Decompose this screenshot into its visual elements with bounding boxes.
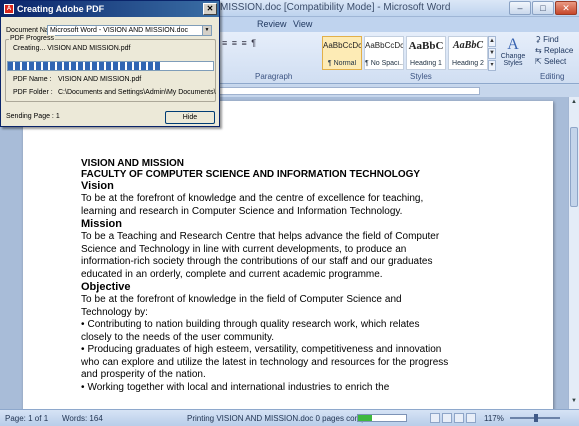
bullet-item: • Working together with local and intern… — [81, 381, 390, 393]
page-count[interactable]: Page: 1 of 1 — [5, 414, 48, 423]
select-label: Select — [543, 57, 567, 66]
style-heading-2[interactable]: AaBbC Heading 2 — [448, 36, 488, 70]
select-button[interactable]: ⇱ Select — [535, 57, 566, 66]
find-label: Find — [543, 35, 559, 44]
style-normal[interactable]: AaBbCcDc ¶ Normal — [322, 36, 362, 70]
paragraph-group-label: Paragraph — [255, 72, 293, 81]
pdf-name-label: PDF Name : — [13, 76, 52, 83]
printing-progress-bar — [357, 414, 407, 422]
document-area: VISION AND MISSION FACULTY OF COMPUTER S… — [0, 97, 568, 409]
dialog-close-button[interactable]: ✕ — [203, 3, 217, 15]
vertical-scrollbar[interactable]: ▲ ▼ — [568, 97, 579, 409]
tab-review[interactable]: Review — [257, 19, 287, 29]
hide-button[interactable]: Hide — [165, 111, 215, 124]
vision-title: Vision — [81, 180, 114, 192]
outline-view-button[interactable] — [466, 413, 476, 423]
style-sample: AaBbCcDc — [323, 41, 361, 50]
binoculars-icon: ⚳ — [535, 35, 544, 44]
style-sample: AaBbCcDc — [365, 41, 403, 50]
styles-group-label: Styles — [410, 72, 432, 81]
pdf-folder-label: PDF Folder : — [13, 89, 53, 96]
pdf-folder-value: C:\Documents and Settings\Admin\My Docum… — [58, 89, 216, 96]
document-page[interactable]: VISION AND MISSION FACULTY OF COMPUTER S… — [23, 101, 553, 409]
style-name: Heading 2 — [452, 60, 484, 67]
pdf-name-value: VISION AND MISSION.pdf — [58, 76, 142, 83]
style-no-spacing[interactable]: AaBbCcDc ¶ No Spaci... — [364, 36, 404, 70]
scroll-up-icon[interactable]: ▲ — [570, 98, 578, 107]
styles-more[interactable]: ▾ — [488, 60, 496, 71]
window-controls: – □ ✕ — [509, 1, 577, 15]
scroll-down-icon[interactable]: ▼ — [570, 397, 578, 406]
close-button[interactable]: ✕ — [555, 1, 577, 15]
style-heading-1[interactable]: AaBbC Heading 1 — [406, 36, 446, 70]
styles-scroll-down[interactable]: ▼ — [488, 48, 496, 59]
word-count[interactable]: Words: 164 — [62, 414, 103, 423]
style-name: ¶ No Spaci... — [365, 60, 403, 67]
objective-text: To be at the forefront of knowledge in t… — [81, 294, 402, 318]
bullet-item: • Producing graduates of high esteem, ve… — [81, 344, 449, 380]
doc-heading-2: FACULTY OF COMPUTER SCIENCE AND INFORMAT… — [81, 169, 421, 180]
change-styles-icon: A — [507, 36, 519, 53]
editing-group-label: Editing — [540, 72, 565, 81]
style-name: Heading 1 — [410, 60, 442, 67]
document-name-select[interactable]: Microsoft Word - VISION AND MISSION.doc … — [47, 25, 212, 36]
replace-icon: ⇆ — [535, 46, 544, 55]
style-sample: AaBbC — [452, 40, 483, 51]
status-bar: Page: 1 of 1 Words: 164 Printing VISION … — [0, 409, 579, 426]
mission-title: Mission — [81, 218, 122, 230]
creating-pdf-dialog: A Creating Adobe PDF ✕ Document Name : M… — [0, 0, 220, 127]
chevron-down-icon[interactable]: ▼ — [202, 26, 211, 35]
styles-scroll-up[interactable]: ▲ — [488, 36, 496, 47]
style-name: ¶ Normal — [327, 60, 357, 67]
zoom-level[interactable]: 117% — [484, 414, 504, 423]
print-layout-view-button[interactable] — [430, 413, 440, 423]
replace-button[interactable]: ⇆ Replace — [535, 46, 573, 55]
printing-status: Printing VISION AND MISSION.doc 0 pages … — [187, 414, 386, 423]
find-button[interactable]: ⚳ Find — [535, 35, 559, 44]
bullet-item: • Contributing to nation building throug… — [81, 319, 420, 343]
replace-label: Replace — [543, 46, 574, 55]
adobe-pdf-icon: A — [4, 4, 14, 14]
zoom-slider[interactable] — [510, 414, 560, 422]
vision-text: To be at the forefront of knowledge and … — [81, 193, 424, 217]
full-screen-view-button[interactable] — [442, 413, 452, 423]
zoom-slider-knob[interactable] — [534, 414, 538, 422]
creating-status: Creating... VISION AND MISSION.pdf — [13, 45, 131, 52]
change-styles-label: Change Styles — [500, 53, 526, 67]
dialog-title-bar: A Creating Adobe PDF ✕ — [1, 1, 219, 17]
minimize-button[interactable]: – — [509, 1, 531, 15]
word-window-title: MISSION.doc [Compatibility Mode] - Micro… — [220, 2, 451, 13]
printing-progress-fill — [358, 415, 373, 421]
pdf-progress-fill — [8, 62, 160, 70]
scroll-thumb[interactable] — [570, 127, 578, 207]
select-icon: ⇱ — [535, 57, 544, 66]
mission-text: To be a Teaching and Research Centre tha… — [81, 231, 440, 280]
change-styles-button[interactable]: A Change Styles — [496, 36, 530, 72]
doc-heading-1: VISION AND MISSION — [81, 158, 184, 169]
dialog-title: Creating Adobe PDF — [17, 4, 105, 14]
tab-view[interactable]: View — [293, 19, 312, 29]
document-name-value: Microsoft Word - VISION AND MISSION.doc — [50, 27, 188, 34]
web-layout-view-button[interactable] — [454, 413, 464, 423]
pdf-progress-bar — [7, 61, 214, 71]
objective-title: Objective — [81, 281, 131, 293]
maximize-button[interactable]: □ — [532, 1, 554, 15]
paragraph-tools[interactable]: ≡ ≡ ≡ ¶ — [222, 38, 257, 48]
pdf-progress-label: PDF Progress — [9, 35, 55, 42]
sending-page-status: Sending Page : 1 — [6, 113, 60, 120]
document-content[interactable]: VISION AND MISSION FACULTY OF COMPUTER S… — [81, 158, 451, 394]
style-sample: AaBbC — [408, 40, 444, 52]
